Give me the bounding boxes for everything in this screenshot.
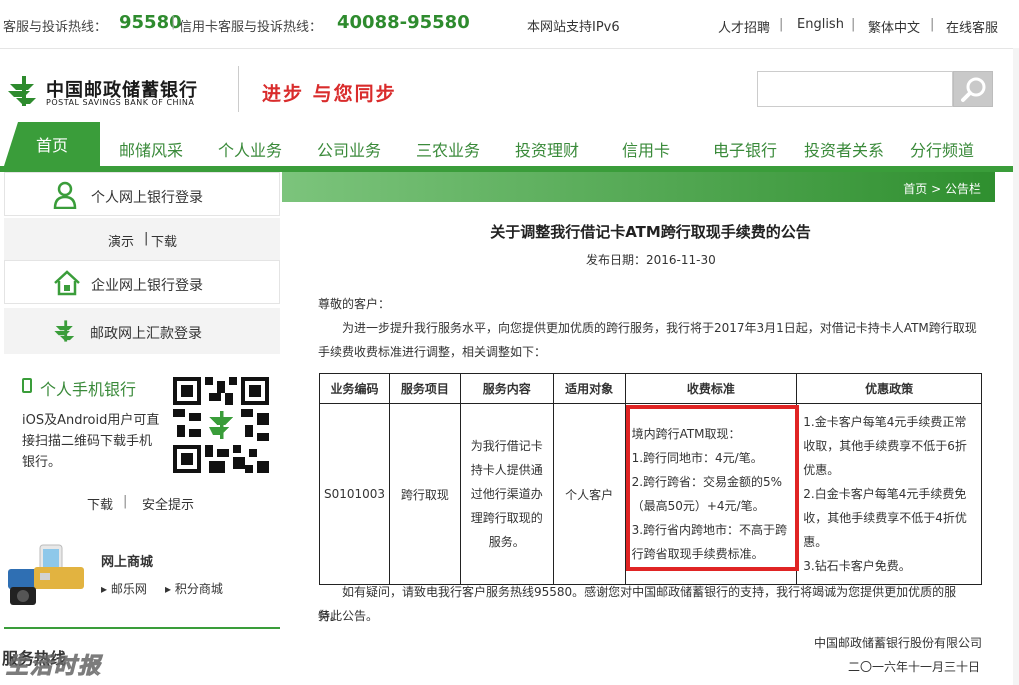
breadcrumb-home[interactable]: 首页	[903, 182, 927, 196]
signature-date: 二〇一六年十一月三十日	[848, 660, 981, 674]
table-header-row: 业务编码 服务项目 服务内容 适用对象 收费标准 优惠政策	[319, 373, 982, 404]
column-header: 服务项目	[388, 373, 461, 404]
remit-login-button[interactable]: 邮政网上汇款登录	[4, 308, 280, 354]
divider: |	[123, 494, 128, 509]
link-careers[interactable]: 人才招聘	[718, 17, 770, 36]
column-header: 优惠政策	[796, 373, 982, 404]
credit-hotline-label: 信用卡客服与投诉热线：	[179, 20, 323, 35]
greeting: 尊敬的客户：	[318, 297, 391, 311]
user-icon	[53, 181, 77, 209]
qr-code-image	[173, 377, 269, 473]
home-icon	[54, 270, 80, 296]
mobile-download-link[interactable]: 下载	[87, 494, 113, 513]
divider: |	[144, 231, 149, 246]
download-link[interactable]: 下载	[151, 231, 177, 250]
credit-hotline-number: 40088-95580	[337, 12, 470, 33]
link-english[interactable]: English	[797, 17, 844, 32]
intro-paragraph: 为进一步提升我行服务水平，向您提供更加优质的跨行服务，我行将于2017年3月1日…	[318, 321, 977, 359]
divider: |	[930, 17, 935, 32]
divider: |	[779, 17, 784, 32]
online-mall-title[interactable]: 网上商城	[101, 551, 153, 570]
hotline-label: 客服与投诉热线：	[3, 20, 108, 35]
link-traditional-chinese[interactable]: 繁体中文	[868, 17, 920, 36]
column-header: 收费标准	[624, 373, 798, 404]
mobile-banking-title[interactable]: 个人手机银行	[40, 376, 136, 400]
personal-login-button[interactable]: 个人网上银行登录	[4, 172, 280, 216]
watermark: 生活时报	[5, 654, 103, 680]
target-customer-cell: 个人客户	[552, 403, 626, 585]
scrollbar[interactable]	[1013, 48, 1019, 685]
nav-personal[interactable]: 个人业务	[218, 137, 282, 161]
mall-link-youle[interactable]: ▸ 邮乐网	[101, 580, 147, 597]
divider	[4, 627, 280, 629]
mobile-phone-icon	[22, 378, 32, 393]
discount-line: 2.白金卡客户每笔4元手续费免收，其他手续费享不低于4折优惠。	[803, 487, 967, 549]
main-nav: 首页 邮储风采 个人业务 公司业务 三农业务 投资理财 信用卡 电子银行 投资者…	[0, 122, 1019, 166]
highlight-box	[626, 405, 799, 571]
nav-corporate[interactable]: 公司业务	[317, 137, 381, 161]
breadcrumb: 首页 > 公告栏	[903, 180, 981, 197]
demo-link[interactable]: 演示	[108, 231, 134, 250]
signature: 中国邮政储蓄银行股份有限公司	[814, 636, 983, 650]
discount-line: 1.金卡客户每笔4元手续费正常收取，其他手续费享不低于6折优惠。	[803, 415, 967, 477]
personal-login-label: 个人网上银行登录	[91, 190, 203, 206]
business-code-cell: S0101003	[319, 403, 390, 585]
mall-link-label: 积分商城	[174, 582, 223, 596]
logo-english-name: POSTAL SAVINGS BANK OF CHINA	[46, 98, 195, 107]
nav-about[interactable]: 邮储风采	[119, 137, 183, 161]
demo-download-row: 演示 | 下载	[4, 218, 280, 260]
nav-credit-card[interactable]: 信用卡	[622, 137, 670, 161]
mall-products-image[interactable]	[4, 541, 90, 607]
breadcrumb-bar: 首页 > 公告栏	[282, 172, 995, 202]
security-tips-link[interactable]: 安全提示	[142, 494, 194, 513]
remit-login-label: 邮政网上汇款登录	[90, 326, 202, 342]
nav-rural[interactable]: 三农业务	[416, 137, 480, 161]
service-content-cell: 为我行借记卡持卡人提供通过他行渠道办理跨行取现的服务。	[459, 403, 554, 585]
breadcrumb-separator: >	[931, 182, 942, 196]
breadcrumb-current[interactable]: 公告栏	[945, 182, 981, 196]
discount-policy-cell: 1.金卡客户每笔4元手续费正常收取，其他手续费享不低于6折优惠。 2.白金卡客户…	[796, 403, 982, 585]
link-online-service[interactable]: 在线客服	[946, 17, 998, 36]
notice-text: 特此公告。	[318, 609, 379, 623]
divider	[238, 66, 239, 112]
search-icon	[961, 77, 986, 102]
nav-e-banking[interactable]: 电子银行	[713, 137, 777, 161]
mall-link-label: 邮乐网	[110, 582, 147, 596]
nav-branches[interactable]: 分行频道	[910, 137, 974, 161]
column-header: 适用对象	[552, 373, 626, 404]
divider: |	[171, 15, 176, 30]
nav-investor-relations[interactable]: 投资者关系	[804, 137, 884, 161]
psbc-logo-icon	[54, 320, 75, 342]
divider	[0, 48, 1019, 49]
slogan: 进步 与您同步	[262, 83, 397, 105]
nav-investment[interactable]: 投资理财	[515, 137, 579, 161]
mobile-banking-description: iOS及Android用户可直接扫描二维码下载手机银行。	[22, 413, 160, 470]
column-header: 服务内容	[459, 373, 554, 404]
mall-link-points[interactable]: ▸ 积分商城	[165, 580, 223, 597]
article-title: 关于调整我行借记卡ATM跨行取现手续费的公告	[490, 223, 811, 241]
service-item-cell: 跨行取现	[388, 403, 461, 585]
discount-line: 3.钻石卡客户免费。	[803, 559, 911, 573]
closing-paragraph: 如有疑问，请致电我行客户服务热线95580。感谢您对中国邮政储蓄银行的支持，我行…	[318, 585, 957, 623]
divider: |	[851, 17, 856, 32]
publish-date: 发布日期：2016-11-30	[586, 253, 716, 267]
corporate-login-label: 企业网上银行登录	[91, 278, 203, 294]
search-button[interactable]	[953, 71, 993, 107]
psbc-logo-icon[interactable]	[6, 74, 40, 108]
column-header: 业务编码	[319, 373, 390, 404]
corporate-login-button[interactable]: 企业网上银行登录	[4, 260, 280, 304]
nav-home[interactable]: 首页	[4, 122, 100, 166]
top-bar: 客服与投诉热线： 95580 | 信用卡客服与投诉热线： 40088-95580…	[0, 0, 1019, 48]
ipv6-notice: 本网站支持IPv6	[527, 20, 620, 35]
search-input[interactable]	[757, 71, 953, 107]
